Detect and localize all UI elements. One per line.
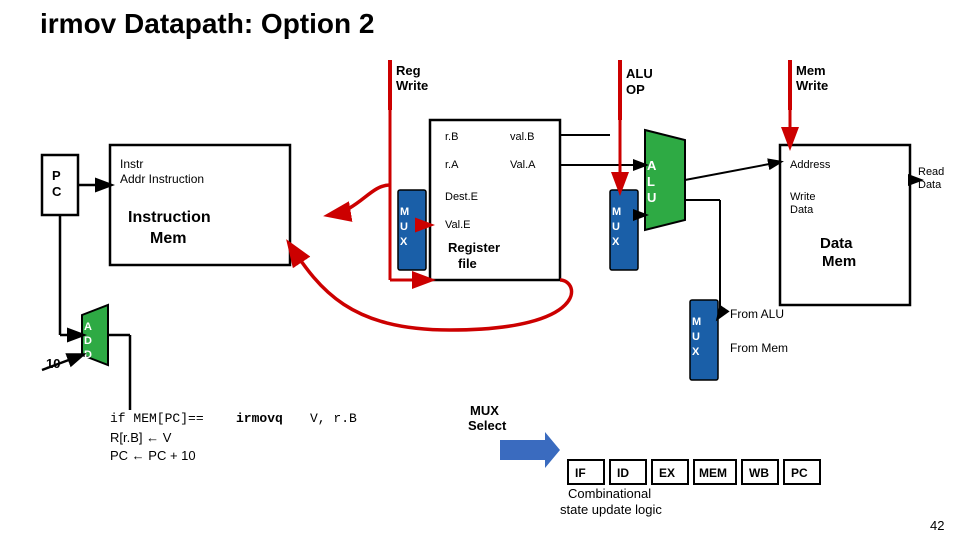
svg-text:X: X: [612, 236, 620, 248]
svg-text:U: U: [400, 221, 408, 233]
svg-text:file: file: [458, 256, 477, 271]
svg-text:Write: Write: [790, 191, 815, 203]
svg-text:M: M: [400, 206, 409, 218]
svg-text:Addr Instruction: Addr Instruction: [120, 172, 204, 186]
svg-text:X: X: [400, 236, 408, 248]
svg-text:Val.E: Val.E: [445, 219, 470, 231]
svg-text:Data: Data: [918, 179, 942, 191]
svg-text:IF: IF: [575, 466, 586, 480]
svg-text:D: D: [84, 335, 92, 347]
svg-text:Mem: Mem: [150, 230, 186, 247]
svg-text:Dest.E: Dest.E: [445, 191, 478, 203]
svg-text:r.B: r.B: [445, 131, 458, 143]
svg-text:From ALU: From ALU: [730, 307, 784, 321]
svg-text:U: U: [692, 331, 700, 343]
svg-text:EX: EX: [659, 466, 675, 480]
svg-text:Data: Data: [790, 204, 814, 216]
svg-text:V, r.B: V, r.B: [310, 411, 357, 426]
svg-text:Reg: Reg: [396, 63, 421, 78]
svg-text:R[r.B] ← V: R[r.B] ← V: [110, 430, 172, 445]
svg-text:M: M: [692, 316, 701, 328]
svg-text:PC: PC: [791, 466, 808, 480]
svg-text:U: U: [612, 221, 620, 233]
svg-text:X: X: [692, 346, 700, 358]
svg-text:Combinational: Combinational: [568, 486, 651, 501]
svg-text:A: A: [647, 158, 657, 173]
svg-text:state update logic: state update logic: [560, 502, 662, 517]
svg-text:Mem: Mem: [796, 63, 826, 78]
svg-text:if MEM[PC]==: if MEM[PC]==: [110, 411, 204, 426]
svg-text:M: M: [612, 206, 621, 218]
svg-text:ALU: ALU: [626, 66, 653, 81]
svg-text:42: 42: [930, 518, 944, 533]
svg-text:Data: Data: [820, 235, 853, 252]
svg-text:MEM: MEM: [699, 466, 727, 480]
svg-text:WB: WB: [749, 466, 769, 480]
svg-text:OP: OP: [626, 82, 645, 97]
svg-text:Instr: Instr: [120, 157, 143, 171]
svg-text:ID: ID: [617, 466, 629, 480]
svg-text:Mem: Mem: [822, 253, 856, 270]
svg-text:Read: Read: [918, 166, 944, 178]
svg-text:Address: Address: [790, 159, 831, 171]
svg-text:val.B: val.B: [510, 131, 534, 143]
svg-text:Val.A: Val.A: [510, 159, 536, 171]
svg-text:A: A: [84, 321, 92, 333]
svg-text:From Mem: From Mem: [730, 341, 788, 355]
svg-text:irmovq: irmovq: [236, 411, 283, 426]
svg-text:Write: Write: [796, 78, 828, 93]
svg-text:Select: Select: [468, 418, 507, 433]
svg-text:L: L: [647, 174, 655, 189]
svg-text:Register: Register: [448, 240, 500, 255]
svg-text:P: P: [52, 168, 61, 183]
svg-text:D: D: [84, 349, 92, 361]
svg-text:PC ← PC + 10: PC ← PC + 10: [110, 448, 196, 463]
svg-text:Instruction: Instruction: [128, 209, 211, 226]
svg-text:MUX: MUX: [470, 403, 499, 418]
svg-text:U: U: [647, 190, 656, 205]
svg-text:10: 10: [46, 356, 60, 371]
svg-text:r.A: r.A: [445, 159, 459, 171]
svg-text:Write: Write: [396, 78, 428, 93]
svg-text:C: C: [52, 184, 62, 199]
